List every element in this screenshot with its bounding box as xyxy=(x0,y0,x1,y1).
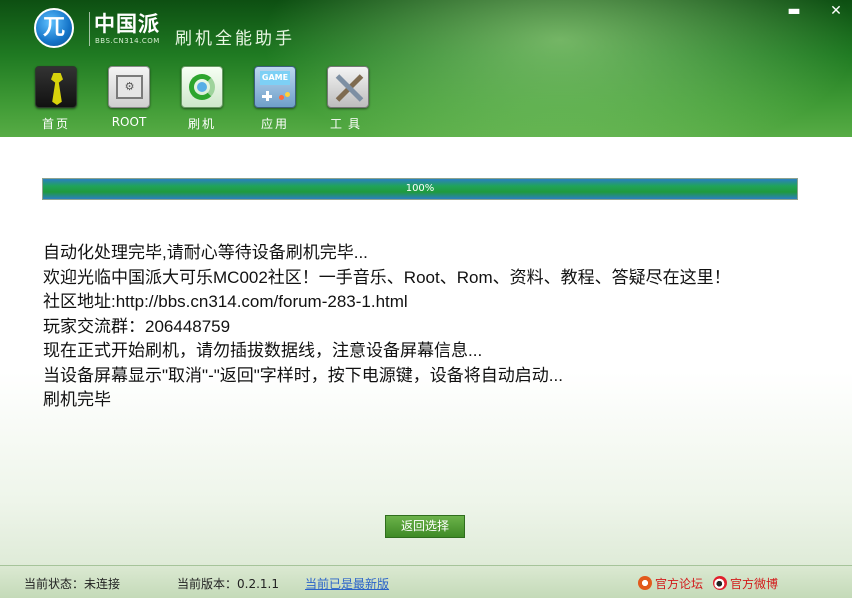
weibo-icon xyxy=(713,576,727,590)
tools-icon xyxy=(327,66,369,108)
flash-refresh-icon xyxy=(181,66,223,108)
progress-bar: 100% xyxy=(42,178,798,200)
connection-status: 当前状态：未连接 xyxy=(24,577,121,591)
weibo-link-label: 官方微博 xyxy=(730,577,779,591)
log-line: 当设备屏幕显示"取消"-"返回"字样时，按下电源键，设备将自动启动... xyxy=(43,365,563,385)
nav-label: 首页 xyxy=(41,117,70,131)
nav-item-apps[interactable]: GAME 应用 xyxy=(245,66,305,134)
brand-name: 中国派 xyxy=(94,12,160,36)
nav-item-home[interactable]: 首页 xyxy=(26,66,86,134)
log-line: 玩家交流群：206448759 xyxy=(43,316,231,336)
title-bar: 兀 中国派 BBS.CN314.COM 刷机全能助手 ▬ ✕ 首页 ⚙ ROOT… xyxy=(0,0,852,137)
minimize-button[interactable]: ▬ xyxy=(783,4,805,20)
log-line: 刷机完毕 xyxy=(43,390,111,409)
status-bar: 当前状态：未连接 当前版本：0.2.1.1 当前已是最新版 官方论坛 官方微博 xyxy=(0,565,852,598)
home-tie-icon xyxy=(35,66,77,108)
game-app-icon: GAME xyxy=(254,66,296,108)
forum-icon xyxy=(638,576,652,590)
forum-link[interactable]: 官方论坛 xyxy=(638,575,703,592)
nav-label: 刷机 xyxy=(187,117,216,131)
forum-link-label: 官方论坛 xyxy=(655,577,704,591)
update-link[interactable]: 当前已是最新版 xyxy=(305,575,389,592)
log-line: 自动化处理完毕,请耐心等待设备刷机完毕... xyxy=(43,243,368,262)
log-line: 欢迎光临中国派大可乐MC002社区！一手音乐、Root、Rom、资料、教程、答疑… xyxy=(43,267,731,287)
close-button[interactable]: ✕ xyxy=(825,4,847,20)
logo-icon: 兀 xyxy=(34,8,74,48)
app-title: 刷机全能助手 xyxy=(175,29,295,49)
version-text: 当前版本：0.2.1.1 xyxy=(177,577,279,591)
nav-label: 工具 xyxy=(329,117,366,131)
nav-item-flash[interactable]: 刷机 xyxy=(172,66,232,134)
logo-divider xyxy=(89,12,90,46)
brand-url: BBS.CN314.COM xyxy=(95,37,160,45)
root-box-icon: ⚙ xyxy=(108,66,150,108)
weibo-link[interactable]: 官方微博 xyxy=(713,575,778,592)
log-line: 现在正式开始刷机，请勿插拔数据线，注意设备屏幕信息... xyxy=(43,341,483,360)
nav-item-tools[interactable]: 工具 xyxy=(318,66,378,134)
nav-item-root[interactable]: ⚙ ROOT xyxy=(99,66,159,134)
progress-label: 100% xyxy=(405,183,435,194)
flash-log: 自动化处理完毕,请耐心等待设备刷机完毕... 欢迎光临中国派大可乐MC002社区… xyxy=(43,241,793,413)
main-panel: 100% 自动化处理完毕,请耐心等待设备刷机完毕... 欢迎光临中国派大可乐MC… xyxy=(0,137,852,565)
nav-label: ROOT xyxy=(111,115,147,129)
log-line: 社区地址:http://bbs.cn314.com/forum-283-1.ht… xyxy=(43,292,408,311)
back-to-selection-button[interactable]: 返回选择 xyxy=(385,515,465,538)
nav-label: 应用 xyxy=(260,117,289,131)
